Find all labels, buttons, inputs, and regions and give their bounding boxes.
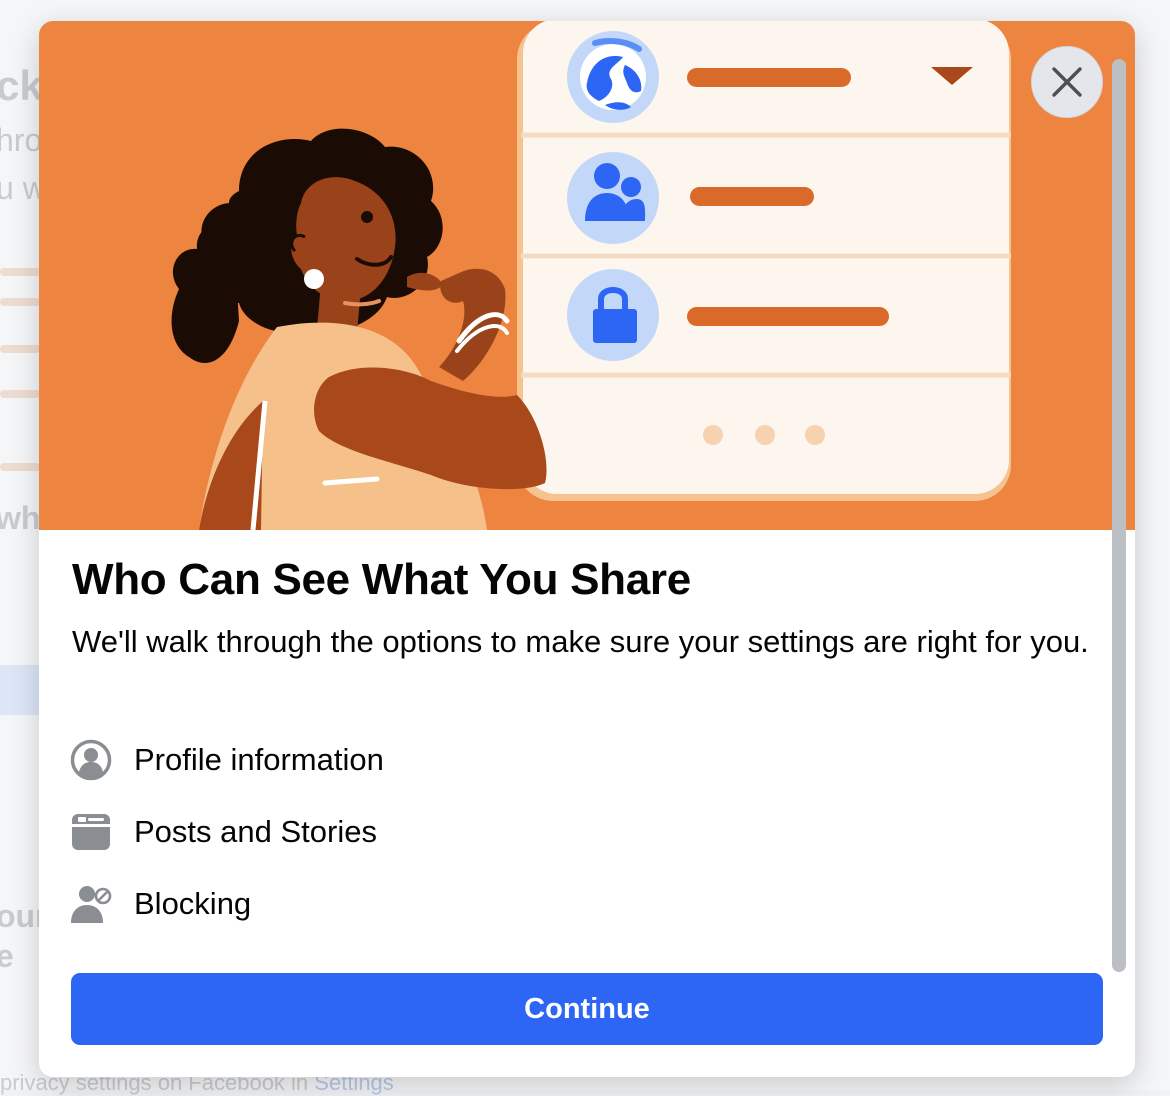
list-item-blocking: Blocking	[70, 880, 251, 928]
bar-1	[687, 68, 851, 87]
lock-icon	[567, 269, 659, 361]
bg-bar	[0, 345, 40, 353]
bg-text-fragment: e	[0, 938, 14, 974]
bar-3	[687, 307, 889, 326]
close-icon	[1052, 67, 1082, 97]
friends-icon	[567, 152, 659, 244]
close-button[interactable]	[1031, 46, 1103, 118]
bar-2	[690, 187, 814, 206]
bg-heading-fragment: ck	[0, 62, 43, 109]
bg-image-fragment	[0, 665, 40, 715]
globe-icon	[567, 31, 659, 123]
woman-illustration	[171, 128, 547, 530]
bg-bar	[0, 463, 40, 471]
dot	[755, 425, 775, 445]
modal-subtitle: We'll walk through the options to make s…	[72, 624, 1089, 659]
continue-button[interactable]: Continue	[71, 973, 1103, 1045]
scrollbar[interactable]	[1112, 59, 1126, 972]
bg-text-fragment: hro	[0, 122, 43, 158]
bg-bar	[0, 390, 40, 398]
list-item-profile-information: Profile information	[70, 736, 384, 784]
hero-svg	[171, 21, 1011, 530]
dot	[805, 425, 825, 445]
list-item-label: Profile information	[134, 742, 384, 777]
privacy-checkup-modal: Who Can See What You Share We'll walk th…	[39, 21, 1135, 1077]
posts-icon	[70, 811, 112, 853]
list-item-label: Posts and Stories	[134, 814, 377, 849]
bg-bar	[0, 298, 40, 306]
hero-illustration	[39, 21, 1135, 530]
profile-icon	[70, 739, 112, 781]
blocking-icon	[70, 883, 112, 925]
dot	[703, 425, 723, 445]
modal-title: Who Can See What You Share	[72, 555, 691, 604]
bg-bar	[0, 268, 40, 276]
list-item-posts-and-stories: Posts and Stories	[70, 808, 377, 856]
list-item-label: Blocking	[134, 886, 252, 921]
